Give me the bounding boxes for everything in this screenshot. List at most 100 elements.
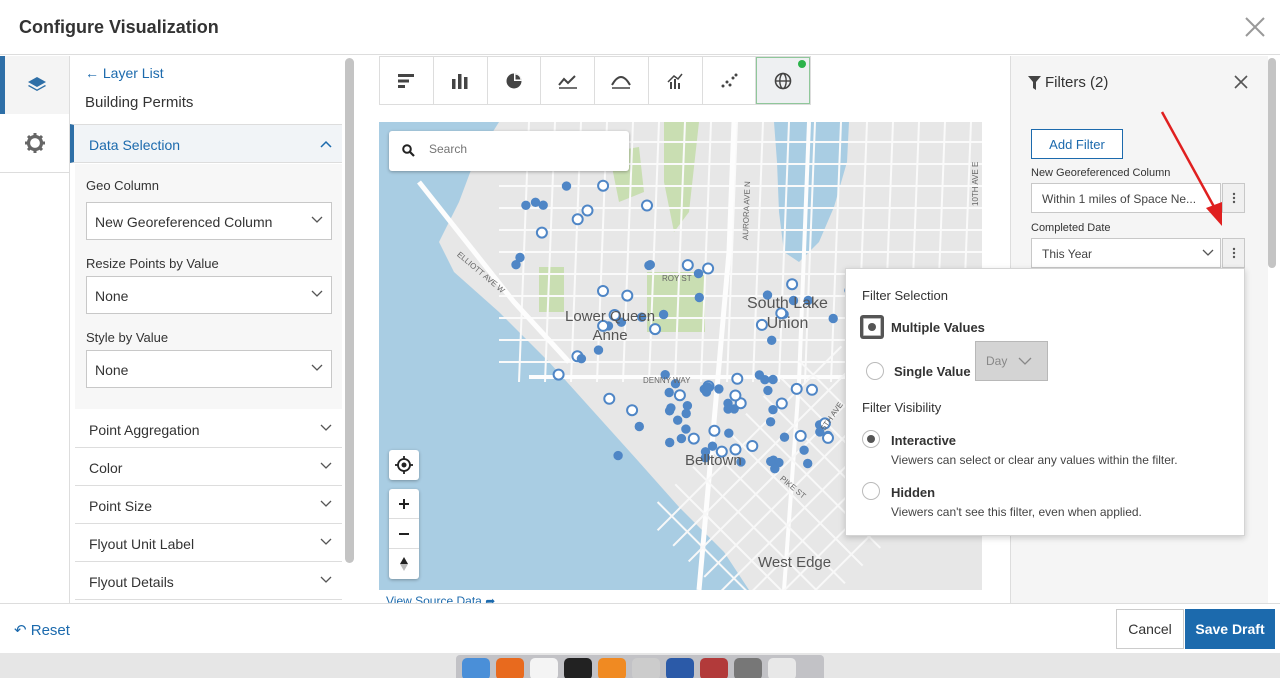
permit-point[interactable] <box>746 440 759 452</box>
compass-button[interactable] <box>389 549 419 579</box>
permit-point[interactable] <box>693 268 704 279</box>
permit-point[interactable] <box>682 401 693 411</box>
permit-point[interactable] <box>828 313 838 324</box>
add-filter-button[interactable]: Add Filter <box>1031 129 1123 159</box>
data-selection-header[interactable]: Data Selection <box>70 124 342 163</box>
map-search-input[interactable] <box>429 142 619 156</box>
section-flyout-details[interactable]: Flyout Details <box>75 562 342 600</box>
filter-options-button[interactable] <box>1222 238 1245 268</box>
bar-horizontal-button[interactable] <box>380 57 434 104</box>
permit-point[interactable] <box>754 370 765 380</box>
permit-point[interactable] <box>768 405 778 415</box>
system-preferences-icon[interactable] <box>734 658 762 678</box>
permit-point[interactable] <box>766 456 776 467</box>
calculator-icon[interactable] <box>632 658 660 678</box>
pie-chart-button[interactable] <box>488 57 542 104</box>
day-select[interactable]: Day <box>975 341 1048 381</box>
map-search-box[interactable] <box>389 131 629 171</box>
permit-point[interactable] <box>626 404 639 417</box>
permit-point[interactable] <box>613 450 623 461</box>
permit-point[interactable] <box>645 260 655 270</box>
permit-point[interactable] <box>561 181 572 191</box>
permit-point[interactable] <box>822 431 834 444</box>
permit-point[interactable] <box>673 389 686 402</box>
permit-point[interactable] <box>731 372 744 385</box>
permit-point[interactable] <box>763 385 773 396</box>
permit-point[interactable] <box>581 204 594 217</box>
interactive-radio[interactable] <box>862 430 880 448</box>
section-flyout-unit-label[interactable]: Flyout Unit Label <box>75 524 342 562</box>
permit-point[interactable] <box>593 345 604 355</box>
permit-point[interactable] <box>597 179 610 192</box>
cancel-button[interactable]: Cancel <box>1116 609 1184 649</box>
permit-point[interactable] <box>603 392 616 405</box>
permit-point[interactable] <box>621 289 634 302</box>
area-chart-button[interactable] <box>595 57 649 104</box>
filter-select-date[interactable]: This Year <box>1031 238 1221 268</box>
permit-point[interactable] <box>803 458 813 469</box>
permit-point[interactable] <box>673 415 683 425</box>
permit-point[interactable] <box>641 199 653 212</box>
terminal-icon[interactable] <box>564 658 592 678</box>
permit-point[interactable] <box>681 259 694 272</box>
rail-item-settings[interactable] <box>0 114 69 172</box>
permit-point[interactable] <box>552 368 565 381</box>
zoom-in-button[interactable] <box>389 489 419 519</box>
permit-point[interactable] <box>765 417 776 427</box>
permit-point[interactable] <box>694 292 704 303</box>
permit-point[interactable] <box>714 384 724 394</box>
permit-point[interactable] <box>794 429 807 442</box>
sublime-icon[interactable] <box>598 658 626 678</box>
reset-button[interactable]: ↶ Reset <box>14 621 70 639</box>
multiple-values-radio[interactable] <box>863 318 881 336</box>
slack-icon[interactable] <box>530 658 558 678</box>
permit-point[interactable] <box>724 428 734 438</box>
close-icon[interactable] <box>1242 14 1268 40</box>
permit-point[interactable] <box>708 424 721 437</box>
permit-point[interactable] <box>676 433 687 444</box>
permit-point[interactable] <box>790 382 803 395</box>
line-chart-button[interactable] <box>541 57 595 104</box>
hidden-radio[interactable] <box>862 482 880 500</box>
permit-point[interactable] <box>767 335 777 346</box>
rail-item-layers[interactable] <box>0 56 69 114</box>
permit-point[interactable] <box>571 213 584 226</box>
permit-point[interactable] <box>786 278 799 291</box>
permit-point[interactable] <box>729 404 739 414</box>
permit-point[interactable] <box>664 406 675 416</box>
word-icon[interactable] <box>666 658 694 678</box>
permit-point[interactable] <box>687 432 700 445</box>
permit-point[interactable] <box>768 374 778 385</box>
left-panel-scrollbar[interactable] <box>345 58 354 563</box>
filters-scrollbar[interactable] <box>1268 58 1276 268</box>
permit-point[interactable] <box>530 197 541 208</box>
section-color[interactable]: Color <box>75 448 342 486</box>
permit-point[interactable] <box>703 382 713 392</box>
permit-point[interactable] <box>799 445 809 455</box>
scatter-chart-button[interactable] <box>703 57 757 104</box>
bar-vertical-button[interactable] <box>434 57 488 104</box>
style-by-value-select[interactable]: None <box>86 350 332 388</box>
geo-column-select[interactable]: New Georeferenced Column <box>86 202 332 240</box>
save-draft-button[interactable]: Save Draft <box>1185 609 1275 649</box>
permit-point[interactable] <box>664 387 674 398</box>
map-button[interactable] <box>756 57 810 104</box>
permit-point[interactable] <box>681 424 691 434</box>
permit-point[interactable] <box>658 309 669 320</box>
permit-point[interactable] <box>729 389 742 402</box>
dictionary-icon[interactable] <box>700 658 728 678</box>
permit-point[interactable] <box>707 441 718 451</box>
permit-point[interactable] <box>576 354 587 364</box>
permit-point[interactable] <box>521 200 531 211</box>
permit-point[interactable] <box>775 397 788 410</box>
zoom-out-button[interactable] <box>389 519 419 549</box>
section-point-size[interactable]: Point Size <box>75 486 342 524</box>
layer-list-link[interactable]: ← Layer List <box>85 65 164 81</box>
permit-point[interactable] <box>511 260 521 270</box>
permit-point[interactable] <box>681 408 691 419</box>
section-point-aggregation[interactable]: Point Aggregation <box>75 410 342 448</box>
finder-icon[interactable] <box>462 658 490 678</box>
resize-points-select[interactable]: None <box>86 276 332 314</box>
single-value-radio[interactable] <box>866 362 884 380</box>
permit-point[interactable] <box>535 226 548 239</box>
